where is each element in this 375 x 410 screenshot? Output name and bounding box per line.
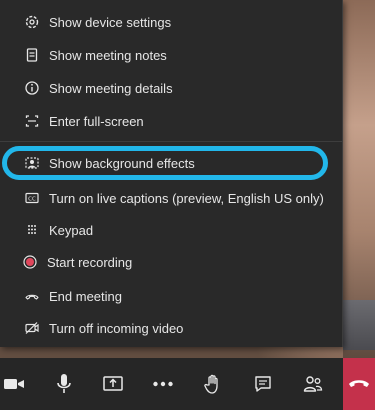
mic-button[interactable] bbox=[46, 358, 82, 410]
participants-button[interactable] bbox=[295, 358, 331, 410]
phone-hangup-icon bbox=[348, 378, 370, 390]
video-off-icon bbox=[22, 318, 42, 338]
svg-text:CC: CC bbox=[28, 197, 36, 203]
menu-item-label: End meeting bbox=[49, 288, 122, 304]
keypad-icon bbox=[22, 220, 42, 240]
chat-button[interactable] bbox=[245, 358, 281, 410]
notes-icon bbox=[22, 45, 42, 65]
captions-icon: CC bbox=[22, 188, 42, 208]
menu-item-full-screen[interactable]: Enter full-screen bbox=[0, 106, 343, 136]
background-monitor bbox=[343, 300, 375, 350]
gear-icon bbox=[22, 12, 42, 32]
menu-item-label: Enter full-screen bbox=[49, 113, 144, 129]
highlight-annotation bbox=[2, 146, 328, 180]
menu-item-label: Keypad bbox=[49, 222, 94, 238]
participants-icon bbox=[302, 373, 324, 395]
menu-item-label: Show meeting details bbox=[49, 80, 173, 96]
microphone-icon bbox=[55, 373, 73, 395]
raise-hand-button[interactable] bbox=[195, 358, 231, 410]
camera-button[interactable] bbox=[0, 358, 32, 410]
menu-item-label: Turn off incoming video bbox=[49, 320, 184, 336]
more-actions-button[interactable] bbox=[145, 358, 181, 410]
chat-icon bbox=[253, 374, 273, 394]
menu-item-device-settings[interactable]: Show device settings bbox=[0, 7, 343, 37]
menu-item-keypad[interactable]: Keypad bbox=[0, 215, 343, 245]
share-button[interactable] bbox=[95, 358, 131, 410]
menu-item-end-meeting[interactable]: End meeting bbox=[0, 281, 343, 311]
hang-up-button[interactable] bbox=[343, 358, 375, 410]
record-icon bbox=[20, 252, 40, 272]
menu-item-start-recording[interactable]: Start recording bbox=[0, 247, 343, 277]
meeting-toolbar bbox=[0, 358, 375, 410]
menu-item-label: Show device settings bbox=[49, 14, 172, 30]
info-icon bbox=[22, 78, 42, 98]
menu-item-label: Show meeting notes bbox=[49, 47, 167, 63]
menu-item-live-captions[interactable]: CC Turn on live captions (preview, Engli… bbox=[0, 183, 343, 213]
end-call-icon bbox=[22, 286, 42, 306]
menu-item-meeting-details[interactable]: Show meeting details bbox=[0, 73, 343, 103]
menu-item-label: Start recording bbox=[47, 254, 133, 270]
share-screen-icon bbox=[102, 374, 124, 394]
menu-item-label: Turn on live captions (preview, English … bbox=[49, 190, 324, 206]
menu-divider bbox=[0, 141, 343, 142]
camera-icon bbox=[3, 375, 25, 393]
fullscreen-icon bbox=[22, 111, 42, 131]
menu-item-meeting-notes[interactable]: Show meeting notes bbox=[0, 40, 343, 70]
menu-item-incoming-video[interactable]: Turn off incoming video bbox=[0, 313, 343, 343]
hand-icon bbox=[203, 373, 223, 395]
more-dots-icon bbox=[152, 380, 174, 388]
